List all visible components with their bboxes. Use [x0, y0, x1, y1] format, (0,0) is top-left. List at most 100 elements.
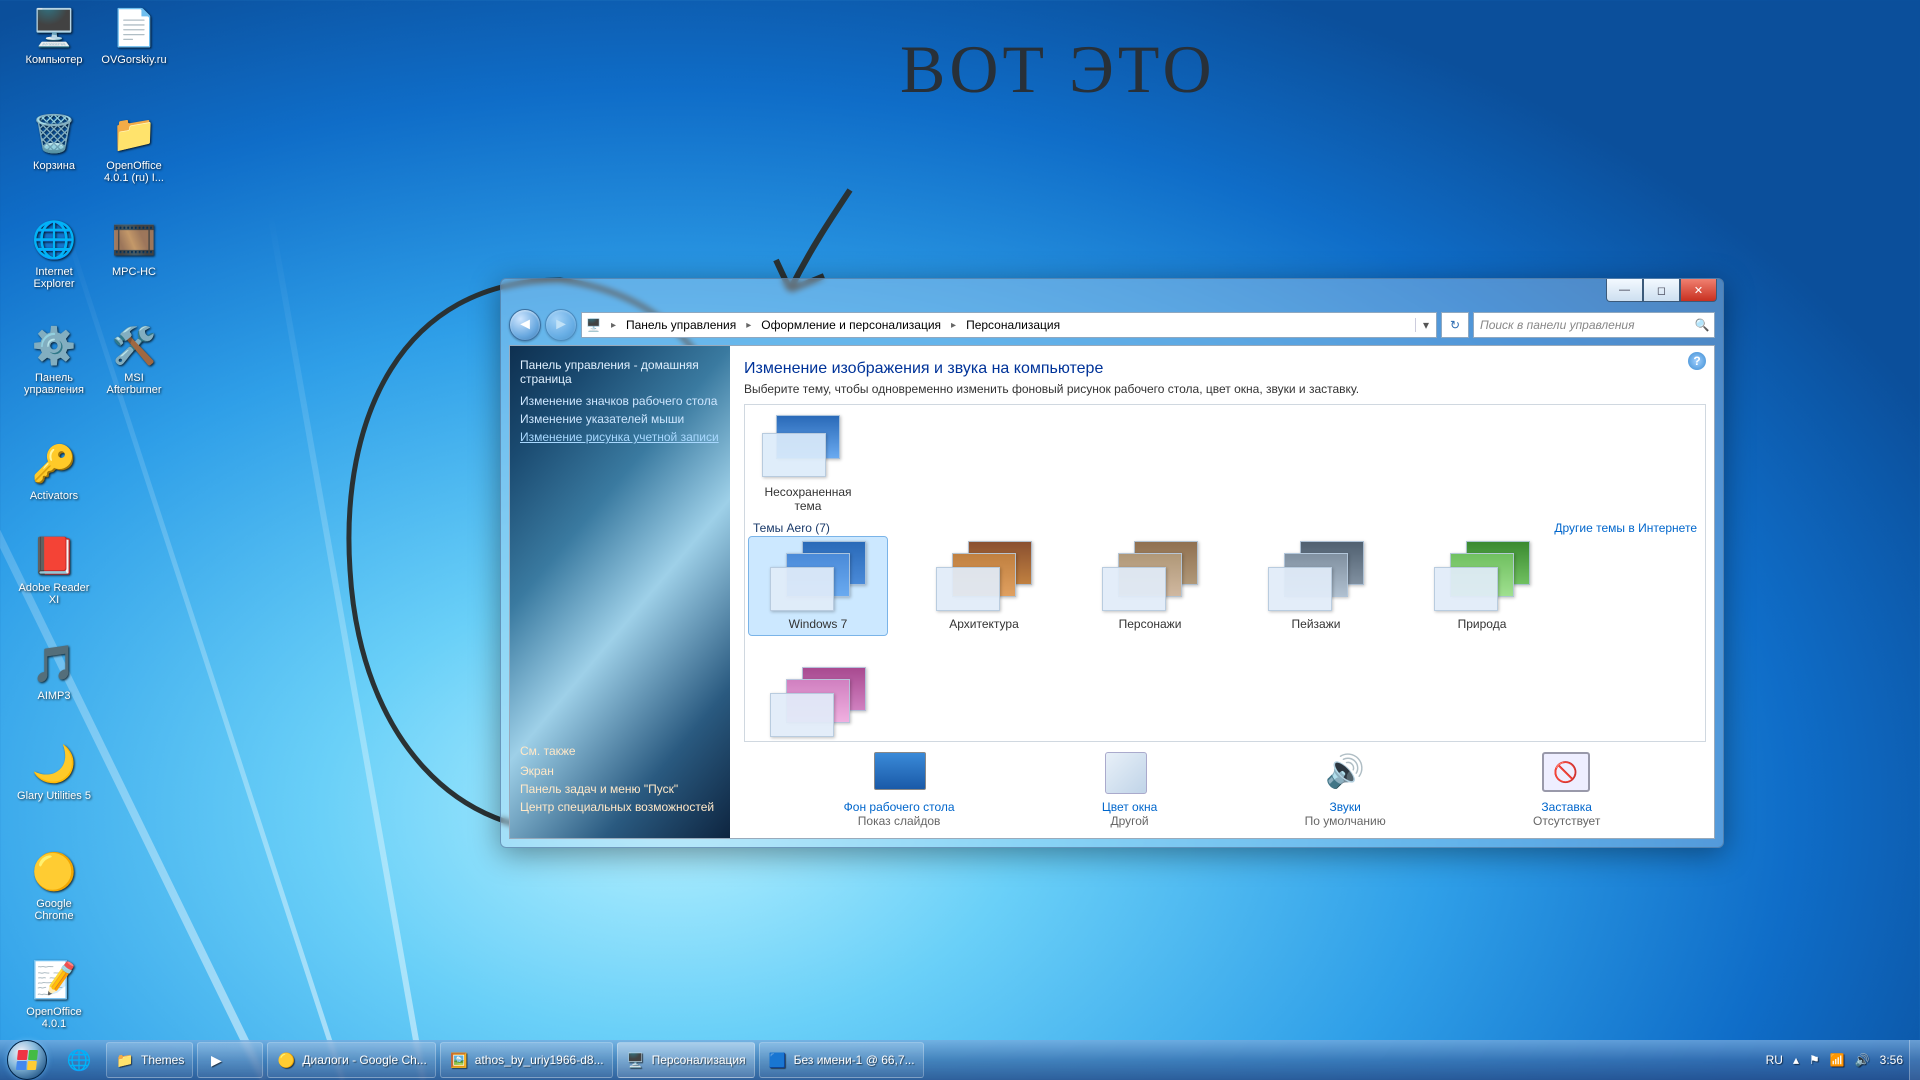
desktop-icon[interactable]: 🎵AIMP3 [16, 640, 92, 702]
theme-item[interactable]: Природа [1417, 541, 1547, 631]
breadcrumb-segment[interactable]: Оформление и персонализация [753, 313, 949, 337]
start-button[interactable] [0, 1040, 54, 1080]
icon-label: Adobe Reader XI [16, 582, 92, 606]
theme-unsaved[interactable]: Несохраненная тема [753, 409, 863, 513]
taskbar-item[interactable]: 🟡Диалоги - Google Ch... [267, 1042, 435, 1078]
taskbar-item-icon: ▶ [206, 1050, 226, 1070]
theme-label: Архитектура [919, 617, 1049, 631]
tray-network-icon[interactable]: 📶 [1830, 1053, 1845, 1067]
app-icon: 🗑️ [30, 110, 78, 158]
desktop-icon[interactable]: 🛠️MSI Afterburner [96, 322, 172, 396]
taskbar-item-label: Диалоги - Google Ch... [302, 1053, 426, 1067]
desktop-icon[interactable]: 🔑 Activators [16, 440, 92, 502]
desktop-icon[interactable]: 🗑️ Корзина [16, 110, 92, 172]
desktop-icon[interactable]: 📝OpenOffice 4.0.1 [16, 956, 92, 1030]
themes-scroll-area[interactable]: Несохраненная тема Темы Aero (7) Другие … [744, 404, 1706, 742]
icon-label: Google Chrome [16, 898, 92, 922]
breadcrumb-segment[interactable]: Персонализация [958, 313, 1068, 337]
sidebar-seealso-display[interactable]: Экран [520, 764, 714, 778]
app-icon: ⚙️ [30, 322, 78, 370]
tray-chevron-icon[interactable]: ▴ [1793, 1053, 1799, 1067]
desktop-icon[interactable]: 📁OpenOffice 4.0.1 (ru) I... [96, 110, 172, 184]
icon-label: Internet Explorer [16, 266, 92, 290]
app-icon: 🎞️ [110, 216, 158, 264]
app-icon: 📄 [110, 4, 158, 52]
breadcrumb-segment[interactable]: Панель управления [618, 313, 744, 337]
app-icon: 🌐 [30, 216, 78, 264]
search-icon: 🔍 [1690, 318, 1714, 332]
icon-label: OpenOffice 4.0.1 (ru) I... [96, 160, 172, 184]
taskbar-item[interactable]: 📁 Themes [106, 1042, 193, 1078]
show-desktop-button[interactable] [1909, 1040, 1920, 1080]
icon-label: Activators [16, 490, 92, 502]
app-icon: 🖥️ [30, 4, 78, 52]
app-icon: 🎵 [30, 640, 78, 688]
close-button[interactable]: ✕ [1680, 279, 1717, 302]
taskbar-item-label: Themes [141, 1053, 184, 1067]
window-controls: — ◻ ✕ [1606, 279, 1717, 303]
taskbar-pin-ie[interactable]: 🌐 [55, 1043, 103, 1077]
nav-forward-button[interactable]: ► [545, 309, 577, 341]
refresh-button[interactable]: ↻ [1441, 312, 1469, 338]
tray-volume-icon[interactable]: 🔊 [1855, 1053, 1870, 1067]
footer-desktop-background[interactable]: Фон рабочего стола Показ слайдов [844, 752, 955, 828]
clock[interactable]: 3:56 [1880, 1053, 1903, 1067]
taskbar-item[interactable]: ▶ [197, 1042, 263, 1078]
footer-window-color[interactable]: Цвет окна Другой [1102, 752, 1157, 828]
footer-sounds[interactable]: 🔊 Звуки По умолчанию [1305, 752, 1386, 828]
sidebar-seealso-accessibility[interactable]: Центр специальных возможностей [520, 800, 714, 814]
app-icon: 🟡 [30, 848, 78, 896]
theme-item[interactable]: Windows 7 [749, 537, 887, 635]
address-bar[interactable]: 🖥️▸ Панель управления▸ Оформление и перс… [581, 312, 1437, 338]
app-icon: 📝 [30, 956, 78, 1004]
icon-label: Корзина [16, 160, 92, 172]
taskbar-item[interactable]: 🖼️athos_by_uriy1966-d8... [440, 1042, 613, 1078]
theme-item[interactable]: Персонажи [1085, 541, 1215, 631]
desktop-icon[interactable]: 📕Adobe Reader XI [16, 532, 92, 606]
taskbar-item-label: Без имени-1 @ 66,7... [794, 1053, 915, 1067]
sidebar-home-link[interactable]: Панель управления - домашняя страница [520, 358, 720, 386]
page-subtitle: Выберите тему, чтобы одновременно измени… [744, 382, 1714, 396]
sidebar-seealso-taskbar[interactable]: Панель задач и меню "Пуск" [520, 782, 714, 796]
taskbar-item[interactable]: 🖥️Персонализация [617, 1042, 755, 1078]
desktop-icon[interactable]: 🟡Google Chrome [16, 848, 92, 922]
taskbar-item-icon: 📁 [115, 1050, 135, 1070]
icon-label: OpenOffice 4.0.1 [16, 1006, 92, 1030]
minimize-button[interactable]: — [1606, 279, 1643, 302]
desktop-icon[interactable]: ⚙️Панель управления [16, 322, 92, 396]
taskbar-item-icon: 🖥️ [626, 1050, 646, 1070]
personalization-footer: Фон рабочего стола Показ слайдов Цвет ок… [730, 742, 1714, 838]
sidebar-seealso-header: См. также [520, 744, 714, 758]
footer-screensaver[interactable]: 🚫 Заставка Отсутствует [1533, 752, 1600, 828]
icon-label: MPC-HC [96, 266, 172, 278]
icon-label: OVGorskiy.ru [96, 54, 172, 66]
theme-item[interactable]: Архитектура [919, 541, 1049, 631]
desktop-icon[interactable]: 🌐Internet Explorer [16, 216, 92, 290]
taskbar-item-icon: 🟦 [768, 1050, 788, 1070]
search-input[interactable]: Поиск в панели управления 🔍 [1473, 312, 1715, 338]
language-indicator[interactable]: RU [1766, 1053, 1783, 1067]
app-icon: 🌙 [30, 740, 78, 788]
sidebar-link-desktop-icons[interactable]: Изменение значков рабочего стола [520, 394, 720, 408]
theme-item[interactable]: Пейзажи [1251, 541, 1381, 631]
system-tray[interactable]: RU ▴ ⚑ 📶 🔊 3:56 [1760, 1053, 1909, 1067]
desktop-icon[interactable]: 🎞️ MPC-HC [96, 216, 172, 278]
maximize-button[interactable]: ◻ [1643, 279, 1680, 302]
theme-label: Windows 7 [753, 617, 883, 631]
desktop-icon[interactable]: 🖥️Компьютер [16, 4, 92, 66]
taskbar-item[interactable]: 🟦 Без имени-1 @ 66,7... [759, 1042, 924, 1078]
tray-action-center-icon[interactable]: ⚑ [1809, 1053, 1820, 1067]
section-label-aero: Темы Aero (7) [753, 521, 830, 535]
help-icon[interactable]: ? [1688, 352, 1706, 370]
sidebar-link-mouse-pointers[interactable]: Изменение указателей мыши [520, 412, 720, 426]
desktop-icon[interactable]: 🌙 Glary Utilities 5 [16, 740, 92, 802]
desktop-icon[interactable]: 📄 OVGorskiy.ru [96, 4, 172, 66]
more-themes-link[interactable]: Другие темы в Интернете [1554, 521, 1697, 535]
icon-label: Glary Utilities 5 [16, 790, 92, 802]
app-icon: 🔑 [30, 440, 78, 488]
taskbar-item-icon: 🖼️ [449, 1050, 469, 1070]
nav-back-button[interactable]: ◄ [509, 309, 541, 341]
sidebar-link-account-picture[interactable]: Изменение рисунка учетной записи [520, 430, 720, 444]
taskbar[interactable]: 🌐 📁 Themes ▶ 🟡Диалоги - Google Ch...🖼️athos… [0, 1040, 1920, 1080]
theme-item[interactable]: Сцены [753, 667, 883, 742]
